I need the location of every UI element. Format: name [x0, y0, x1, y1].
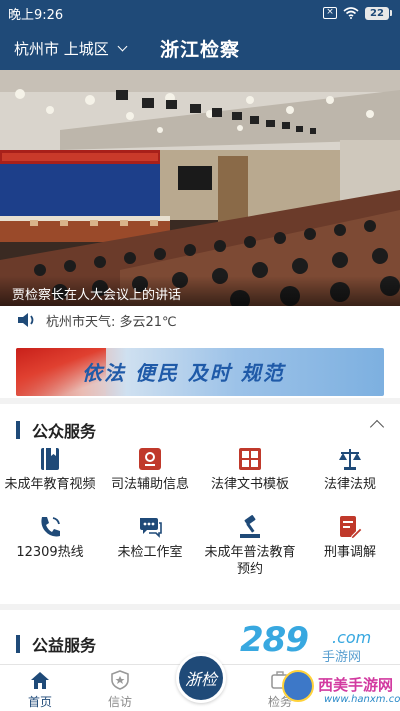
case-icon: [271, 671, 289, 689]
chevron-down-icon: [117, 41, 128, 52]
app-header: 杭州市 上城区 浙江检察: [0, 26, 400, 70]
service-judicial-info[interactable]: 司法辅助信息: [100, 446, 200, 514]
hero-image: [0, 70, 400, 306]
service-document-templates[interactable]: 法律文书模板: [200, 446, 300, 514]
location-selector[interactable]: 杭州市 上城区: [14, 38, 128, 59]
page-title: 浙江检察: [160, 39, 241, 61]
status-bar: 晚上9:26 × 22: [0, 0, 400, 26]
bottom-nav: 首页 信访 浙检 检务: [0, 653, 400, 711]
book-icon: [41, 448, 59, 470]
service-grid: 未成年教育视频 司法辅助信息 法律文书模板 法律法规 12309热线 未检工作室…: [0, 446, 400, 582]
section-accent-bar: [16, 421, 20, 439]
battery-icon: 22: [365, 6, 392, 20]
gavel-icon: [240, 515, 260, 538]
service-juvenile-video[interactable]: 未成年教育视频: [0, 446, 100, 514]
chevron-up-icon[interactable]: [369, 419, 385, 435]
badge-icon: [111, 670, 129, 690]
home-icon: [31, 672, 49, 689]
nav-home[interactable]: 首页: [0, 665, 80, 711]
scales-icon: [339, 449, 361, 470]
public-services-section: 公众服务 未成年教育视频 司法辅助信息 法律文书模板 法律法规 12309热线 …: [0, 404, 400, 604]
section-header: 公众服务: [16, 418, 96, 442]
status-icons: × 22: [323, 6, 392, 20]
phone-icon: [41, 517, 60, 537]
banner-slogan: 依法 便民 及时 规范: [82, 361, 285, 385]
service-criminal-mediation[interactable]: 刑事调解: [300, 514, 400, 582]
location-label: 杭州市 上城区: [14, 40, 109, 58]
nav-center-logo[interactable]: 浙检: [176, 653, 226, 703]
info-card-icon: [139, 448, 161, 470]
banner-section: 依法 便民 及时 规范: [0, 334, 400, 398]
slogan-banner[interactable]: 依法 便民 及时 规范: [16, 348, 384, 396]
section-title: 公益服务: [32, 636, 97, 655]
hero-caption: 贾检察长在人大会议上的讲话: [0, 276, 400, 306]
weather-text: 杭州市天气: 多云21℃: [46, 314, 177, 330]
section-title: 公众服务: [32, 422, 97, 441]
wifi-icon: [343, 7, 359, 19]
service-12309-hotline[interactable]: 12309热线: [0, 514, 100, 582]
chat-icon: [140, 518, 162, 538]
nav-procuratorial-affairs[interactable]: 检务: [240, 665, 320, 711]
section-header: 公益服务: [16, 632, 96, 656]
speaker-icon: [18, 313, 34, 327]
status-time: 晚上9:26: [8, 7, 64, 23]
nav-petition[interactable]: 信访: [80, 665, 160, 711]
weather-bar: 杭州市天气: 多云21℃: [0, 306, 400, 334]
hero-carousel[interactable]: 贾检察长在人大会议上的讲话: [0, 70, 400, 306]
service-laws[interactable]: 法律法规: [300, 446, 400, 514]
edit-doc-icon: [340, 516, 363, 540]
battery-level: 22: [365, 6, 389, 20]
service-legal-education-booking[interactable]: 未成年普法教育预约: [200, 514, 300, 582]
document-grid-icon: [239, 448, 261, 470]
service-juvenile-studio[interactable]: 未检工作室: [100, 514, 200, 582]
notification-x-icon: ×: [323, 7, 337, 19]
section-accent-bar: [16, 635, 20, 653]
